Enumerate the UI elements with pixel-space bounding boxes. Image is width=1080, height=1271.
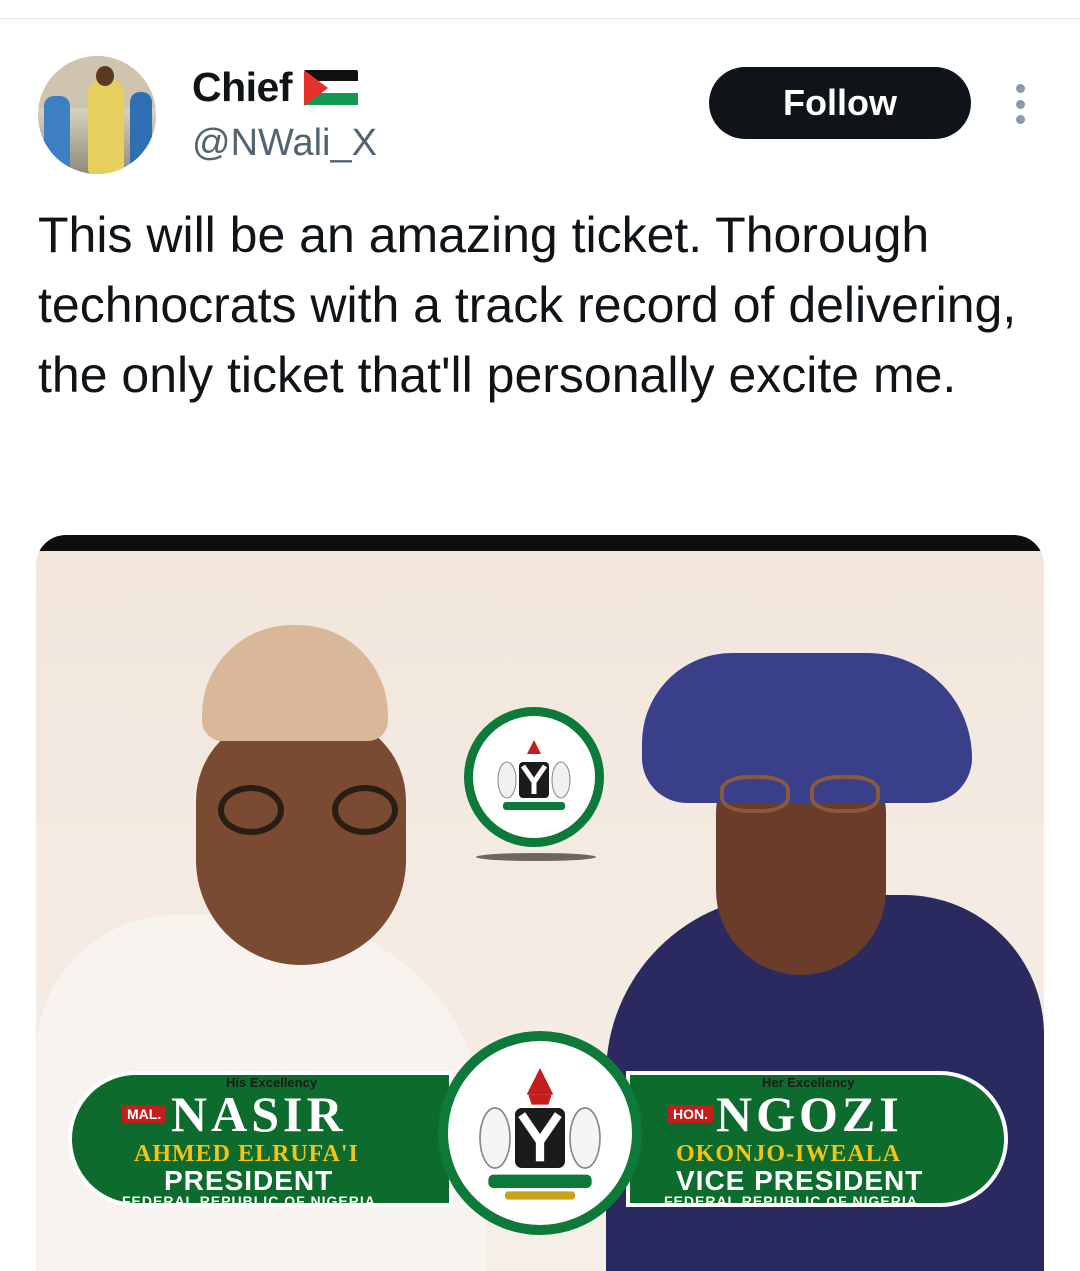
man-portrait xyxy=(196,715,406,965)
more-vertical-icon[interactable] xyxy=(1008,84,1032,124)
crest-shadow xyxy=(476,853,596,861)
left-title: MAL. xyxy=(122,1105,167,1123)
coat-of-arms-icon xyxy=(464,707,604,847)
man-glasses xyxy=(218,785,398,835)
avatar-figure-main xyxy=(88,78,124,174)
woman-glasses xyxy=(720,775,880,813)
left-surname: AHMED ELRUFA'I xyxy=(134,1141,359,1167)
name-row: Chief xyxy=(192,64,358,111)
left-first-name: NASIR xyxy=(171,1086,347,1142)
right-surname: OKONJO-IWEALA xyxy=(676,1141,902,1167)
palestine-flag-icon xyxy=(304,69,358,106)
coat-of-arms-icon xyxy=(438,1031,642,1235)
tweet-image[interactable]: His Excellency MAL. NASIR AHMED ELRUFA'I… xyxy=(36,535,1044,1271)
right-country: FEDERAL REPUBLIC OF NIGERIA xyxy=(664,1193,918,1209)
tweet-text: This will be an amazing ticket. Thorough… xyxy=(38,207,1017,403)
avatar-figure xyxy=(44,96,70,174)
follow-button[interactable]: Follow xyxy=(709,67,971,139)
user-handle[interactable]: @NWali_X xyxy=(192,122,377,165)
left-country: FEDERAL REPUBLIC OF NIGERIA xyxy=(122,1193,376,1209)
avatar[interactable] xyxy=(38,56,156,174)
avatar-figure xyxy=(130,92,152,174)
right-title: HON. xyxy=(668,1105,713,1123)
display-name[interactable]: Chief xyxy=(192,64,293,111)
image-top-bar xyxy=(36,535,1044,551)
top-divider xyxy=(0,18,1080,19)
right-first-name: NGOZI xyxy=(716,1086,903,1142)
avatar-head xyxy=(96,66,114,86)
